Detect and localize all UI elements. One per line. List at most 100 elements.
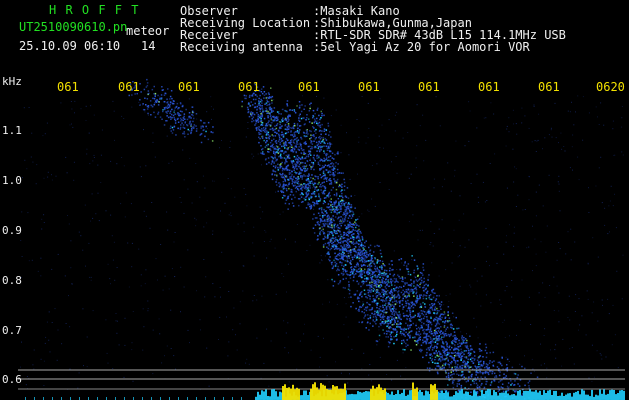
- noise-speckle: [354, 195, 356, 196]
- noise-speckle: [504, 337, 506, 338]
- echo-pixel: [409, 334, 412, 337]
- echo-pixel: [323, 186, 326, 188]
- echo-pixel: [288, 187, 290, 190]
- echo-pixel: [405, 331, 407, 334]
- echo-pixel: [313, 205, 316, 207]
- echo-pixel: [315, 141, 318, 144]
- echo-pixel: [170, 101, 172, 104]
- echo-pixel: [385, 308, 388, 310]
- echo-pixel: [369, 282, 371, 284]
- noise-speckle: [546, 225, 548, 227]
- echo-pixel: [443, 347, 446, 350]
- echo-pixel: [445, 334, 448, 337]
- echo-pixel: [338, 201, 340, 203]
- echo-pixel: [296, 178, 298, 180]
- noise-speckle: [161, 362, 163, 364]
- noise-speckle: [41, 218, 43, 220]
- noise-speckle: [579, 324, 581, 326]
- echo-pixel: [280, 165, 282, 168]
- echo-pixel: [347, 288, 350, 291]
- echo-pixel: [458, 339, 460, 342]
- echo-pixel: [319, 135, 321, 138]
- echo-pixel: [305, 184, 307, 186]
- noise-speckle: [396, 111, 398, 113]
- noise-speckle: [469, 110, 471, 112]
- echo-pixel: [367, 289, 369, 291]
- noise-speckle: [180, 201, 182, 203]
- echo-pixel: [498, 374, 501, 377]
- echo-pixel: [432, 296, 435, 299]
- echo-pixel: [255, 122, 257, 125]
- echo-pixel: [345, 277, 347, 280]
- noise-speckle: [196, 118, 198, 120]
- echo-pixel: [449, 324, 452, 326]
- echo-pixel: [485, 383, 487, 385]
- noise-speckle: [493, 113, 495, 115]
- noise-speckle: [33, 349, 35, 351]
- echo-pixel: [321, 215, 324, 217]
- noise-speckle: [66, 172, 68, 174]
- echo-pixel: [274, 125, 276, 127]
- echo-pixel: [166, 98, 168, 100]
- echo-pixel: [422, 356, 424, 359]
- echo-pixel: [468, 352, 470, 354]
- echo-pixel: [524, 367, 526, 370]
- noise-speckle: [477, 337, 479, 339]
- noise-speckle: [588, 377, 590, 379]
- echo-pixel: [261, 108, 264, 110]
- echo-pixel: [459, 365, 461, 367]
- noise-speckle: [582, 139, 584, 141]
- noise-speckle: [474, 268, 476, 270]
- echo-pixel: [362, 252, 364, 255]
- echo-pixel: [400, 291, 403, 294]
- echo-pixel: [355, 219, 357, 221]
- noise-speckle: [556, 285, 558, 287]
- echo-pixel: [385, 300, 388, 302]
- echo-pixel: [478, 361, 480, 364]
- noise-speckle: [593, 301, 595, 303]
- echo-pixel: [429, 367, 431, 369]
- echo-pixel: [484, 376, 486, 379]
- echo-pixel: [478, 368, 481, 370]
- noise-speckle: [274, 247, 276, 249]
- echo-pixel: [372, 316, 375, 318]
- noise-speckle: [174, 276, 176, 277]
- echo-pixel: [415, 324, 417, 327]
- echo-pixel: [430, 353, 432, 355]
- echo-pixel: [430, 344, 433, 346]
- echo-pixel: [331, 152, 334, 154]
- echo-pixel: [337, 235, 340, 237]
- echo-pixel: [329, 259, 331, 262]
- noise-speckle: [101, 129, 103, 131]
- noise-speckle: [199, 319, 201, 321]
- echo-pixel: [375, 317, 378, 319]
- echo-pixel: [321, 220, 324, 222]
- echo-pixel: [262, 127, 265, 129]
- noise-speckle: [347, 382, 349, 384]
- echo-pixel: [293, 127, 295, 130]
- echo-pixel: [277, 166, 279, 169]
- noise-speckle: [513, 123, 514, 125]
- echo-pixel: [351, 223, 354, 226]
- echo-pixel: [363, 261, 366, 263]
- echo-pixel: [334, 210, 336, 212]
- noise-speckle: [207, 128, 208, 129]
- echo-pixel: [183, 133, 186, 135]
- echo-pixel: [293, 155, 296, 158]
- echo-pixel: [361, 239, 364, 241]
- echo-pixel: [167, 103, 170, 106]
- echo-pixel: [340, 240, 342, 242]
- echo-pixel: [278, 134, 280, 137]
- echo-pixel: [338, 172, 341, 174]
- noise-speckle: [143, 326, 145, 328]
- noise-speckle: [540, 343, 541, 345]
- echo-pixel: [390, 278, 393, 280]
- echo-pixel: [161, 118, 163, 120]
- echo-pixel: [379, 315, 381, 317]
- echo-pixel: [440, 359, 442, 361]
- echo-pixel: [189, 121, 191, 123]
- echo-pixel: [328, 216, 330, 218]
- echo-pixel: [434, 334, 437, 336]
- echo-pixel: [317, 212, 320, 214]
- echo-pixel: [303, 183, 305, 185]
